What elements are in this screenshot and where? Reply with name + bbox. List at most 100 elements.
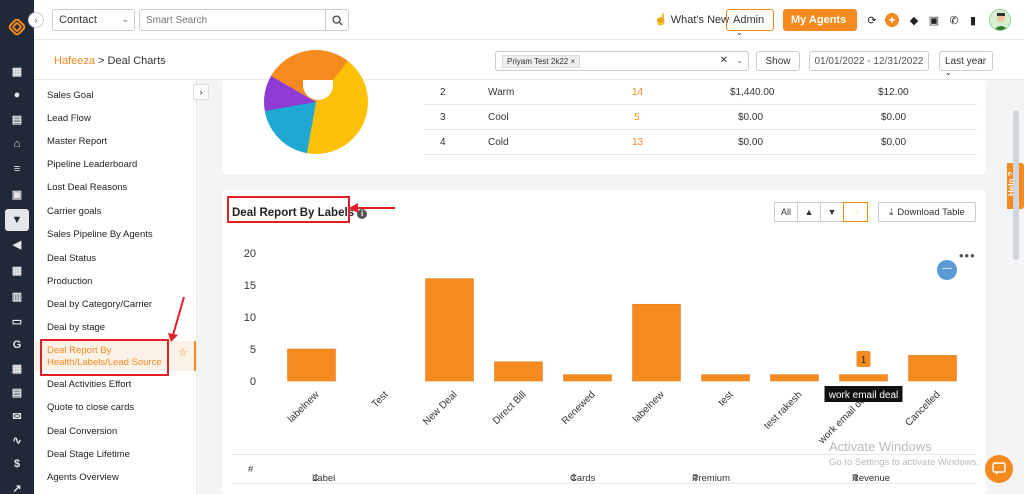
signature-icon[interactable]: ∿ (9, 432, 25, 448)
add-button[interactable]: + (885, 13, 899, 27)
row-revenue: $12.00 (878, 87, 909, 98)
dollar-icon[interactable]: $ (9, 456, 25, 472)
sidebar-item-sales-goal[interactable]: Sales Goal (47, 90, 93, 101)
chart-bar[interactable] (632, 303, 681, 382)
chart-bar[interactable] (701, 374, 750, 382)
sidebar-item-lost-deal-reasons[interactable]: Lost Deal Reasons (47, 182, 127, 193)
chart-bar[interactable] (494, 361, 543, 382)
sidebar-item-production[interactable]: Production (47, 276, 92, 287)
y-tick-label: 20 (244, 248, 256, 260)
star-icon[interactable]: ☆ (178, 347, 188, 359)
phone-icon[interactable]: ✆ (947, 13, 961, 27)
megaphone-icon[interactable]: ◀ (9, 236, 25, 252)
tooltip-label: work email deal (828, 390, 898, 401)
whats-new-link[interactable]: ☝ What's New (654, 13, 729, 26)
sidebar-item-lead-flow[interactable]: Lead Flow (47, 113, 91, 124)
scrollbar-thumb[interactable] (1013, 110, 1019, 260)
bar-chart-icon[interactable]: ▥ (9, 288, 25, 304)
bell-icon[interactable]: ◆ (907, 13, 921, 27)
chart-bar[interactable] (908, 355, 957, 382)
sidebar-item-deal-activities-effort[interactable]: Deal Activities Effort (47, 379, 131, 390)
search-button[interactable] (325, 9, 349, 31)
date-range-input[interactable]: 01/01/2022 - 12/31/2022 (809, 51, 929, 71)
x-tick-label: test rakesh (762, 389, 804, 431)
agent-filter-select[interactable]: Priyam Test 2k22 × ✕ ⌄ (495, 51, 749, 71)
rail-expand-icon[interactable]: › (28, 12, 44, 28)
y-tick-label: 15 (244, 280, 256, 292)
mail-icon[interactable]: ✉ (9, 408, 25, 424)
chart-bar[interactable] (425, 278, 474, 382)
row-cards[interactable]: 5 (634, 112, 640, 123)
sidebar-item-deal-stage-lifetime[interactable]: Deal Stage Lifetime (47, 449, 130, 460)
chat-button[interactable] (985, 455, 1013, 483)
chevron-down-icon: ⌄ (736, 28, 743, 37)
sidebar-annotation-box (40, 339, 169, 376)
smart-search-input[interactable] (139, 9, 326, 31)
my-agents-label: My Agents (791, 14, 847, 26)
logout-icon[interactable]: ▣ (927, 13, 941, 27)
google-icon[interactable]: G (9, 337, 25, 353)
admin-select-value: Admin (733, 14, 765, 26)
health-report-card: 2 Warm 14 $1,440.00 $12.00 3 Cool 5 $0.0… (222, 50, 986, 174)
col-no: # (248, 464, 254, 475)
row-revenue: $0.00 (881, 137, 907, 148)
filter-chip[interactable]: Priyam Test 2k22 × (502, 55, 581, 68)
clear-icon[interactable]: ✕ (720, 55, 728, 66)
sidebar-item-sales-pipeline-by-agents[interactable]: Sales Pipeline By Agents (47, 229, 153, 240)
calendar-icon[interactable]: ▦ (9, 360, 25, 376)
y-tick-label: 0 (250, 376, 256, 388)
row-label: Cold (488, 137, 509, 148)
trash-icon[interactable]: ▮ (966, 13, 980, 27)
sidebar-item-deal-status[interactable]: Deal Status (47, 253, 96, 264)
contact-select[interactable]: Contact ⌄ (52, 9, 135, 31)
x-tick-label: New Deal (421, 389, 459, 427)
list-icon[interactable]: ≡ (9, 161, 25, 177)
row-cards[interactable]: 14 (632, 87, 643, 98)
period-select[interactable]: Last year ⌄ (939, 51, 993, 77)
x-tick-label: Direct Bill (491, 389, 529, 427)
chart-bar[interactable] (287, 348, 336, 382)
trend-icon[interactable]: ↗ (9, 480, 25, 494)
sidebar-item-pipeline-leaderboard[interactable]: Pipeline Leaderboard (47, 159, 137, 170)
tooltip-value: 1 (861, 355, 867, 366)
row-label: Cool (488, 112, 509, 123)
contact-select-value: Contact (59, 14, 97, 26)
sidebar-item-master-report[interactable]: Master Report (47, 136, 107, 147)
row-premium: $0.00 (738, 137, 764, 148)
refresh-icon[interactable]: ⟳ (865, 13, 879, 27)
sidebar-item-carrier-goals[interactable]: Carrier goals (47, 206, 101, 217)
row-label: Warm (488, 87, 515, 98)
contacts-icon[interactable]: ● (9, 87, 25, 103)
dashboard-icon[interactable]: ▦ (9, 63, 25, 79)
bank-icon[interactable]: ⌂ (9, 136, 25, 152)
row-cards[interactable]: 13 (632, 137, 643, 148)
chip-close-icon[interactable]: × (570, 57, 575, 66)
sub-header: Hafeeza > Deal Charts Priyam Test 2k22 ×… (34, 40, 1024, 80)
chevron-down-icon[interactable]: ⌄ (736, 56, 743, 65)
reports-icon[interactable]: ▤ (9, 384, 25, 400)
filter-chip-label: Priyam Test 2k22 (507, 57, 569, 66)
sidebar-item-quote-to-close-cards[interactable]: Quote to close cards (47, 402, 134, 413)
app-logo-icon[interactable] (8, 18, 26, 36)
my-agents-button[interactable]: My Agents ⌄ (783, 9, 857, 37)
sidebar-item-deal-conversion[interactable]: Deal Conversion (47, 426, 117, 437)
documents-icon[interactable]: ▤ (9, 111, 25, 127)
funnel-icon[interactable]: ▼ (5, 209, 29, 231)
sidebar-collapse-icon[interactable]: › (193, 84, 209, 100)
folder-icon[interactable]: ▭ (9, 313, 25, 329)
show-button[interactable]: Show (756, 51, 800, 71)
sidebar-item-deal-by-stage[interactable]: Deal by stage (47, 322, 105, 333)
sidebar-item-deal-by-category-carrier[interactable]: Deal by Category/Carrier (47, 299, 152, 310)
table-icon[interactable]: ▦ (9, 262, 25, 278)
breadcrumb-root[interactable]: Hafeeza (54, 55, 95, 67)
user-avatar[interactable] (989, 9, 1011, 31)
chart-bar[interactable] (770, 374, 819, 382)
plus-icon: + (885, 13, 899, 27)
sidebar-item-agents-overview[interactable]: Agents Overview (47, 472, 119, 483)
chart-bar[interactable] (839, 374, 888, 382)
row-revenue: $0.00 (881, 112, 907, 123)
admin-select[interactable]: Admin ⌄ (726, 9, 774, 37)
contact-card-icon[interactable]: ▣ (9, 186, 25, 202)
table-row: 2 Warm 14 $1,440.00 $12.00 (424, 80, 977, 105)
chart-bar[interactable] (563, 374, 612, 382)
